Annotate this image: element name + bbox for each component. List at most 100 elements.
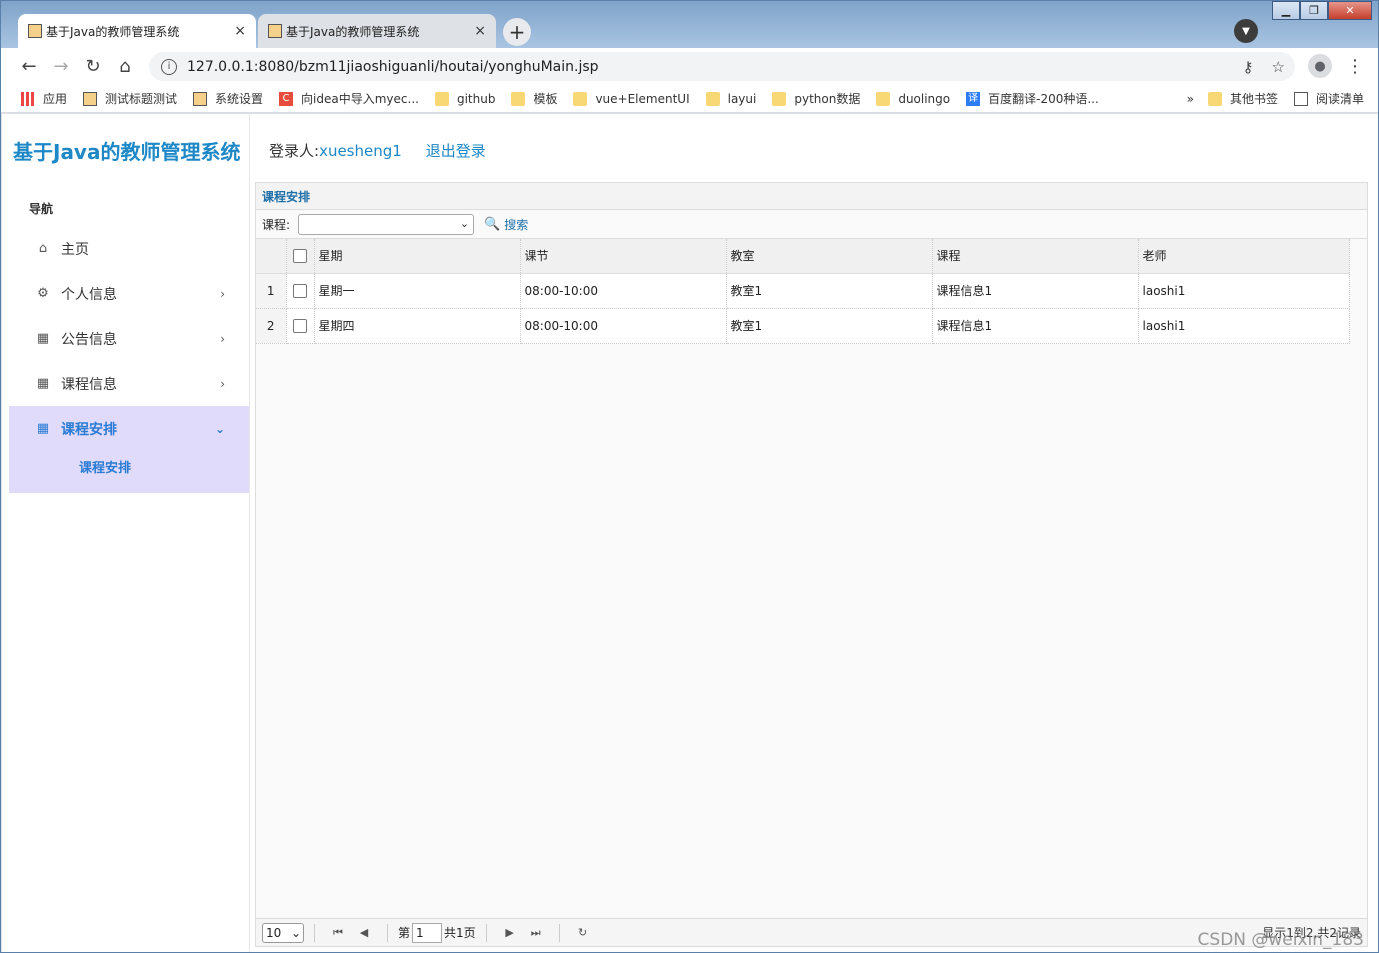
bookmark-label: 系统设置: [215, 92, 264, 106]
chevron-down-icon: ⌄: [214, 421, 225, 436]
search-label: 搜索: [504, 217, 529, 232]
tab-inactive[interactable]: 基于Java的教师管理系统 ×: [258, 14, 496, 48]
home-button-icon[interactable]: ⌂: [111, 53, 139, 81]
col-course[interactable]: 课程: [932, 239, 1139, 274]
reading-list[interactable]: 阅读清单: [1293, 90, 1364, 107]
tab-close-icon[interactable]: ×: [474, 23, 486, 39]
row-checkbox[interactable]: [293, 283, 307, 298]
bookmark-apps[interactable]: 应用: [21, 90, 67, 107]
cell-teacher: laoshi1: [1138, 308, 1350, 344]
menu-label: 个人信息: [61, 286, 117, 303]
tab-close-icon[interactable]: ×: [234, 23, 246, 39]
col-period[interactable]: 课节: [520, 239, 727, 274]
key-icon[interactable]: ⚷: [1243, 58, 1254, 76]
bookmark-label: 百度翻译-200种语...: [988, 92, 1099, 106]
folder-icon: [511, 91, 526, 106]
user-bar: 登录人:xuesheng1 退出登录: [269, 140, 486, 161]
folder-icon: [876, 91, 891, 106]
bookmark-folder[interactable]: duolingo: [876, 91, 950, 106]
profile-avatar-icon[interactable]: ●: [1308, 54, 1332, 78]
tab-active[interactable]: 基于Java的教师管理系统 ×: [18, 14, 256, 48]
col-room[interactable]: 教室: [726, 239, 933, 274]
bookmark-label: layui: [727, 91, 757, 106]
cell-weekday: 星期一: [314, 273, 521, 309]
page-number-input[interactable]: 1: [412, 922, 443, 943]
bookmark-label: github: [456, 91, 496, 106]
menu-item-profile[interactable]: ⚙ 个人信息 ›: [9, 271, 249, 316]
course-select[interactable]: ⌄: [298, 213, 475, 235]
select-all-checkbox[interactable]: [293, 249, 307, 263]
divider: [387, 923, 388, 942]
bookmark-folder[interactable]: 模板: [511, 90, 557, 107]
close-window-button[interactable]: ✕: [1328, 1, 1372, 20]
prev-page-icon[interactable]: ◀: [355, 926, 373, 939]
favicon-icon: [28, 24, 42, 38]
bookmark-item[interactable]: C 向idea中导入myec...: [279, 90, 419, 107]
menu-item-notices[interactable]: ▦ 公告信息 ›: [9, 316, 249, 361]
cell-course: 课程信息1: [932, 308, 1139, 344]
page-size-select[interactable]: 10 ⌄: [262, 922, 304, 943]
back-icon[interactable]: ←: [15, 53, 43, 81]
submenu-item-schedule[interactable]: 课程安排: [9, 451, 249, 493]
side-menu: ⌂ 主页 ⚙ 个人信息 › ▦ 公告信息 › ▦ 课程信息 › ▦ 课程安排 ⌄ 课程安排: [9, 226, 249, 493]
cell-room: 教室1: [726, 308, 933, 344]
search-button[interactable]: 🔍 搜索: [484, 216, 528, 233]
bookmark-folder[interactable]: github: [434, 91, 496, 106]
minimize-button[interactable]: ▁: [1272, 1, 1300, 20]
forward-icon[interactable]: →: [47, 53, 75, 81]
bookmark-label: 应用: [43, 92, 68, 106]
star-icon[interactable]: ☆: [1272, 58, 1285, 76]
menu-item-courses[interactable]: ▦ 课程信息 ›: [9, 361, 249, 406]
reload-icon[interactable]: ↻: [79, 53, 107, 81]
cell-course: 课程信息1: [932, 273, 1139, 309]
gear-icon: ⚙: [37, 286, 49, 301]
tab-search-icon[interactable]: ▼: [1234, 19, 1258, 43]
col-weekday[interactable]: 星期: [314, 239, 521, 274]
page-icon: [193, 91, 208, 106]
tab-title: 基于Java的教师管理系统: [286, 24, 420, 39]
bookmark-item[interactable]: 测试标题测试: [83, 90, 177, 107]
main-area: 登录人:xuesheng1 退出登录 课程安排 课程: ⌄ 🔍 搜索 星期 课节…: [255, 114, 1378, 952]
bookmark-folder[interactable]: layui: [705, 91, 757, 106]
bookmark-folder[interactable]: python数据: [772, 90, 860, 107]
bookmark-item[interactable]: 译百度翻译-200种语...: [966, 90, 1099, 107]
app-logo: 基于Java的教师管理系统: [13, 140, 241, 164]
login-label: 登录人:: [269, 142, 320, 160]
maximize-button[interactable]: ❐: [1300, 1, 1328, 20]
row-checkbox[interactable]: [293, 318, 307, 333]
bookmark-label: 测试标题测试: [105, 92, 178, 106]
apps-icon: [21, 91, 35, 106]
col-teacher[interactable]: 老师: [1138, 239, 1350, 274]
table-row[interactable]: 1 星期一 08:00-10:00 教室1 课程信息1 laoshi1: [256, 273, 1350, 309]
new-tab-button[interactable]: +: [503, 18, 531, 46]
bookmark-label: 模板: [533, 92, 558, 106]
window-controls: ▁ ❐ ✕: [1272, 1, 1372, 20]
logout-link[interactable]: 退出登录: [426, 140, 486, 161]
next-page-icon[interactable]: ▶: [501, 926, 519, 939]
select-all-cell: [286, 239, 315, 274]
site-info-icon[interactable]: i: [161, 58, 177, 75]
tab-strip: 基于Java的教师管理系统 × 基于Java的教师管理系统 × + ▼ ▁ ❐ …: [1, 1, 1378, 48]
bookmark-label: 其他书签: [1229, 92, 1278, 106]
chevron-down-icon: ⌄: [290, 925, 301, 940]
bookmark-folder[interactable]: vue+ElementUI: [573, 91, 690, 106]
menu-kebab-icon[interactable]: ⋮: [1346, 56, 1364, 77]
home-icon: ⌂: [38, 241, 48, 256]
folder-icon: [1207, 91, 1222, 106]
other-bookmarks[interactable]: 其他书签: [1207, 90, 1278, 107]
address-bar[interactable]: i 127.0.0.1:8080/bzm11jiaoshiguanli/hout…: [149, 52, 1295, 81]
chevron-right-icon: ›: [220, 331, 225, 346]
table-row[interactable]: 2 星期四 08:00-10:00 教室1 课程信息1 laoshi1: [256, 308, 1350, 344]
refresh-icon[interactable]: ↻: [574, 926, 592, 939]
last-page-icon[interactable]: ⏭: [527, 926, 545, 940]
cell-room: 教室1: [726, 273, 933, 309]
menu-item-schedule[interactable]: ▦ 课程安排 ⌄: [9, 406, 249, 451]
more-bookmarks-icon[interactable]: »: [1187, 92, 1194, 106]
bookmark-item[interactable]: 系统设置: [193, 90, 263, 107]
menu-item-home[interactable]: ⌂ 主页: [9, 226, 249, 271]
menu-label: 主页: [61, 241, 89, 258]
menu-label: 公告信息: [61, 331, 117, 348]
first-page-icon[interactable]: ⏮: [329, 926, 347, 940]
building-icon: ▦: [36, 376, 50, 391]
page-icon: [83, 91, 98, 106]
